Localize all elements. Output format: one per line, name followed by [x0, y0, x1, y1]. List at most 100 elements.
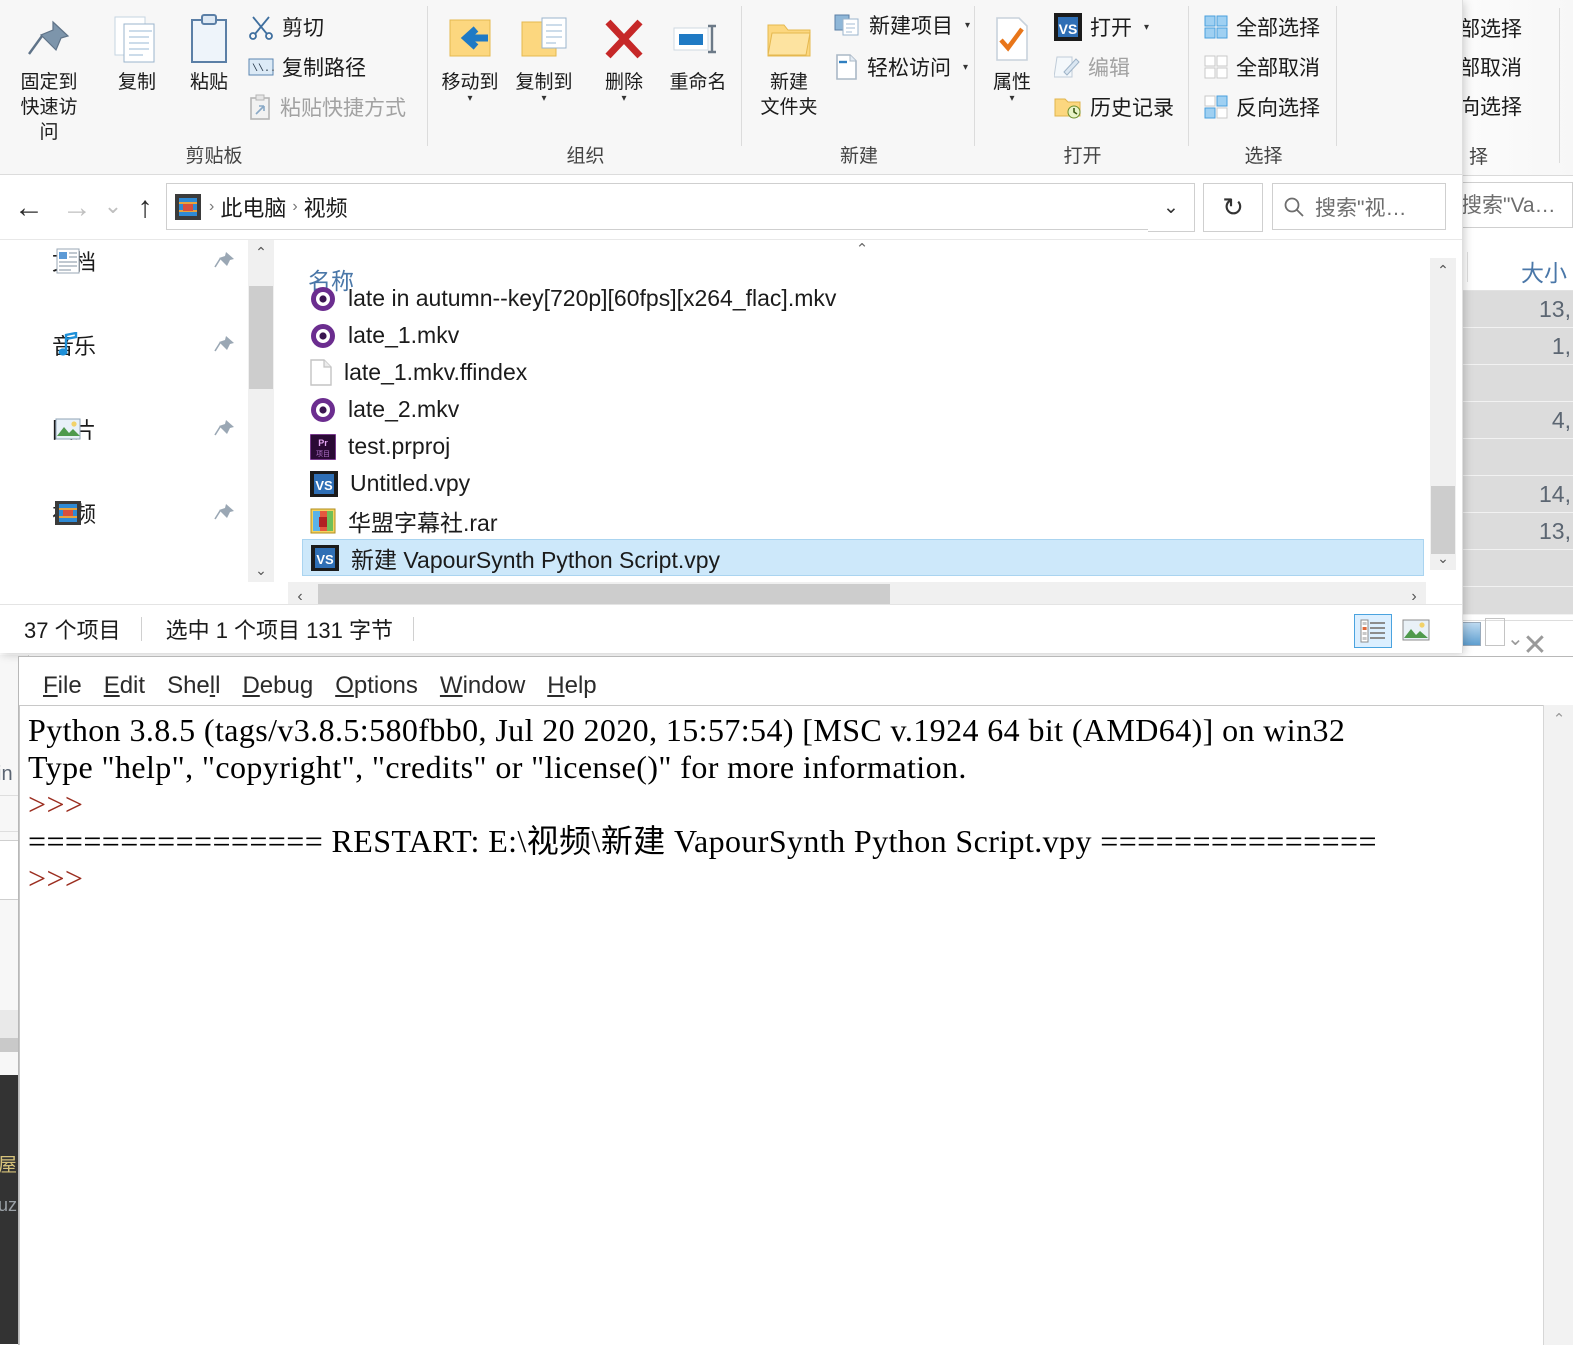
pin-icon[interactable]	[214, 502, 236, 524]
breadcrumb-item-videos[interactable]: 视频	[304, 191, 348, 223]
chevron-down-icon[interactable]: ▾	[1144, 22, 1149, 33]
new-folder-button[interactable]: 新建 文件夹	[749, 8, 829, 120]
scroll-up-icon[interactable]: ⌃	[1544, 707, 1573, 733]
menu-window[interactable]: Window	[440, 672, 525, 700]
scroll-down-icon[interactable]: ⌄	[1430, 546, 1456, 570]
chevron-down-icon[interactable]: ▾	[507, 94, 581, 104]
background-search-input[interactable]: 搜索"Va…	[1457, 182, 1573, 228]
scroll-down-icon[interactable]: ⌄	[248, 558, 274, 582]
paste-shortcut-button[interactable]: 粘贴快捷方式	[248, 92, 406, 122]
large-icons-view-button[interactable]	[1398, 614, 1434, 646]
navigation-pane-scrollbar[interactable]: ⌃ ⌄	[248, 240, 274, 582]
background-table-row[interactable]: 13,	[1455, 513, 1573, 550]
list-item[interactable]: Pr 项目 test.prproj	[302, 428, 1424, 465]
navigation-pane[interactable]: 文档 音乐 图片	[0, 240, 248, 582]
sidebar-item-videos[interactable]: 视频	[0, 492, 248, 534]
chevron-down-icon[interactable]: ▾	[976, 94, 1048, 104]
idle-console-output[interactable]: Python 3.8.5 (tags/v3.8.5:580fbb0, Jul 2…	[19, 705, 1543, 1345]
paste-button[interactable]: 粘贴	[172, 8, 246, 95]
background-table-row[interactable]	[1455, 587, 1573, 615]
rename-button[interactable]: 重命名	[661, 8, 735, 95]
chevron-down-icon[interactable]: ▾	[963, 62, 968, 73]
copy-to-button[interactable]: 复制到 ▾	[507, 8, 581, 104]
pin-to-quick-access-button[interactable]: 固定到 快速访问	[12, 8, 86, 145]
properties-button[interactable]: 属性 ▾	[976, 8, 1048, 104]
file-explorer-window[interactable]: 固定到 快速访问 复制 粘贴 剪切 \\. 复制路径 粘贴快捷方式 剪贴板 移动…	[0, 0, 1462, 653]
list-item[interactable]: late_1.mkv	[302, 317, 1424, 354]
menu-options[interactable]: Options	[335, 672, 418, 700]
move-to-button[interactable]: 移动到 ▾	[433, 8, 507, 104]
menu-debug[interactable]: Debug	[242, 672, 313, 700]
breadcrumb-item-this-pc[interactable]: 此电脑	[220, 191, 286, 223]
delete-button[interactable]: 删除 ▾	[587, 8, 661, 104]
file-list[interactable]: ⌃ 名称 late in autumn--key[720p][60fps][x2…	[288, 240, 1462, 582]
mkv-icon	[310, 323, 336, 349]
pin-icon[interactable]	[214, 334, 236, 356]
background-ribbon-item-0[interactable]: 部选择	[1459, 13, 1522, 43]
scroll-thumb[interactable]	[1431, 486, 1455, 554]
address-dropdown-button[interactable]: ⌄	[1148, 183, 1195, 232]
sidebar-item-documents[interactable]: 文档	[0, 240, 248, 282]
select-all-label: 全部选择	[1236, 17, 1320, 40]
new-item-button[interactable]: 新建项目 ▾	[833, 10, 970, 40]
background-table-row[interactable]	[1455, 550, 1573, 587]
sidebar-item-music[interactable]: 音乐	[0, 324, 248, 366]
up-button[interactable]: ↑	[128, 191, 162, 225]
file-list-scrollbar[interactable]: ⌃ ⌄	[1430, 258, 1456, 570]
list-item[interactable]: late_2.mkv	[302, 391, 1424, 428]
cut-button[interactable]: 剪切	[248, 12, 324, 42]
select-none-button[interactable]: 全部取消	[1204, 52, 1320, 82]
background-table-row[interactable]	[1455, 365, 1573, 402]
list-item[interactable]: 华盟字幕社.rar	[302, 502, 1424, 539]
refresh-button[interactable]: ↻	[1203, 183, 1263, 232]
chevron-down-icon[interactable]: ▾	[587, 94, 661, 104]
close-button[interactable]: ✕	[1505, 620, 1565, 670]
list-item[interactable]: late_1.mkv.ffindex	[302, 354, 1424, 391]
background-ribbon: 部选择 部取消 向选择 择	[1455, 0, 1573, 176]
pin-icon[interactable]	[214, 250, 236, 272]
background-explorer-window[interactable]: 部选择 部取消 向选择 择 搜索"Va… 大小 13, 1, 4, 14, 13…	[1455, 0, 1573, 660]
back-button[interactable]: ←	[12, 191, 46, 225]
list-item[interactable]: VS 新建 VapourSynth Python Script.vpy	[302, 539, 1424, 576]
background-table-row[interactable]: 1,	[1455, 328, 1573, 365]
forward-button[interactable]: →	[60, 191, 94, 225]
background-column-header[interactable]: 大小	[1455, 248, 1573, 291]
details-view-button[interactable]	[1354, 614, 1392, 648]
open-button[interactable]: VS 打开 ▾	[1054, 12, 1149, 42]
python-idle-window[interactable]: File Edit Shell Debug Options Window Hel…	[18, 656, 1573, 1345]
idle-scrollbar[interactable]: ⌃	[1543, 705, 1573, 1345]
scroll-up-icon[interactable]: ⌃	[248, 240, 274, 264]
menu-help[interactable]: Help	[547, 672, 596, 700]
background-table-row[interactable]	[1455, 439, 1573, 476]
sidebar-item-pictures[interactable]: 图片	[0, 408, 248, 450]
move-to-label: 移动到	[441, 72, 499, 93]
recent-locations-button[interactable]: ⌄	[96, 193, 130, 219]
address-input[interactable]: › 此电脑 › 视频	[166, 183, 1183, 230]
select-all-button[interactable]: 全部选择	[1204, 12, 1320, 42]
background-table-row[interactable]: 13,	[1455, 291, 1573, 328]
menu-shell[interactable]: Shell	[167, 672, 220, 700]
pin-icon[interactable]	[214, 418, 236, 440]
search-input[interactable]: 搜索"视…	[1272, 183, 1446, 230]
background-ribbon-item-1[interactable]: 部取消	[1459, 52, 1522, 82]
background-table-row[interactable]: 4,	[1455, 402, 1573, 439]
invert-selection-button[interactable]: 反向选择	[1204, 92, 1320, 122]
easy-access-button[interactable]: 轻松访问 ▾	[833, 52, 968, 82]
list-item[interactable]: late in autumn--key[720p][60fps][x264_fl…	[302, 280, 1424, 317]
background-table-row[interactable]: 14,	[1455, 476, 1573, 513]
background-ribbon-item-2[interactable]: 向选择	[1459, 91, 1522, 121]
copy-path-button[interactable]: \\... 复制路径	[248, 52, 366, 82]
sidebar-item-mpv[interactable]: mpv	[0, 576, 248, 582]
scroll-up-icon[interactable]: ⌃	[1430, 258, 1456, 282]
menu-file[interactable]: File	[43, 672, 82, 700]
chevron-down-icon[interactable]: ▾	[965, 20, 970, 31]
menu-edit[interactable]: Edit	[104, 672, 145, 700]
copy-button[interactable]: 复制	[100, 8, 174, 95]
list-item[interactable]: VS Untitled.vpy	[302, 465, 1424, 502]
history-button[interactable]: 历史记录	[1054, 92, 1174, 122]
edit-button[interactable]: 编辑	[1054, 52, 1130, 82]
edit-icon	[1054, 54, 1080, 80]
collapse-ribbon-chevron-icon[interactable]: ⌃	[288, 240, 1436, 262]
scroll-thumb[interactable]	[249, 286, 273, 389]
chevron-down-icon[interactable]: ▾	[433, 94, 507, 104]
